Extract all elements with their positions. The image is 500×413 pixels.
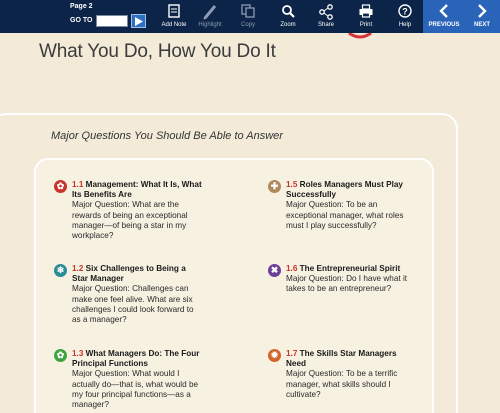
help-icon: ? — [398, 4, 412, 18]
help-label: Help — [398, 22, 412, 28]
snowflake-badge-icon: ❄ — [54, 264, 67, 277]
item-title: The Skills Star Managers Need — [286, 349, 397, 369]
question-item-1-2[interactable]: ❄ 1.2 Six Challenges to Being a Star Man… — [54, 264, 202, 325]
share-label: Share — [317, 22, 334, 28]
question-item-1-6[interactable]: ✖ 1.6 The Entrepreneurial Spirit Major Q… — [268, 264, 416, 295]
item-question: Major Question: To be an exceptional man… — [286, 200, 404, 230]
cross-badge-icon: ✚ — [268, 180, 281, 193]
goto-page-input[interactable] — [96, 15, 128, 27]
chapter-heading: What You Do, How You Do It — [39, 41, 276, 62]
item-question: Major Question: Do I have what it takes … — [286, 274, 408, 294]
zoom-label: Zoom — [280, 22, 296, 28]
questions-box-title: Major Questions You Should Be Able to An… — [51, 130, 283, 142]
sun-badge-icon: ✹ — [268, 349, 281, 362]
goto-label: GO TO — [70, 17, 93, 24]
item-number: 1.1 — [72, 180, 84, 189]
cropped-title-glyph — [348, 33, 372, 39]
item-number: 1.7 — [286, 349, 298, 358]
zoom-button[interactable]: Zoom — [271, 0, 305, 33]
item-number: 1.2 — [72, 264, 84, 273]
copy-button[interactable]: Copy — [231, 0, 265, 33]
item-title: Six Challenges to Being a Star Manager — [72, 264, 186, 284]
question-item-1-7[interactable]: ✹ 1.7 The Skills Star Managers Need Majo… — [268, 349, 416, 400]
copy-icon — [241, 4, 255, 18]
add-note-icon — [168, 4, 180, 18]
item-title: Management: What It Is, What Its Benefit… — [72, 180, 202, 200]
question-item-1-5[interactable]: ✚ 1.5 Roles Managers Must Play Successfu… — [268, 180, 416, 231]
flower-badge-icon: ✿ — [54, 180, 67, 193]
highlight-label: Highlight — [198, 22, 222, 28]
item-title: Roles Managers Must Play Successfully — [286, 180, 403, 200]
item-number: 1.5 — [286, 180, 298, 189]
highlight-button[interactable]: Highlight — [194, 0, 226, 33]
print-icon — [359, 4, 373, 18]
item-number: 1.3 — [72, 349, 84, 358]
highlight-icon — [203, 5, 217, 20]
item-question: Major Question: What would I actually do… — [72, 369, 199, 410]
page-navigator: Page 2 GO TO — [64, 0, 154, 33]
share-icon — [319, 4, 333, 20]
item-title: What Managers Do: The Four Principal Fun… — [72, 349, 200, 369]
item-title: The Entrepreneurial Spirit — [299, 264, 401, 273]
chevron-right-icon — [478, 4, 487, 18]
current-page-label: Page 2 — [70, 3, 93, 10]
item-question: Major Question: What are the rewards of … — [72, 200, 188, 241]
item-question: Major Question: Challenges can make one … — [72, 284, 194, 325]
play-arrow-icon — [135, 17, 143, 26]
item-question: Major Question: To be a terrific manager… — [286, 369, 398, 399]
share-button[interactable]: Share — [309, 0, 343, 33]
reader-toolbar: Page 2 GO TO Add Note Highlight Copy Zoo… — [0, 0, 500, 33]
zoom-icon — [282, 5, 295, 18]
copy-label: Copy — [240, 22, 255, 28]
print-label: Print — [359, 22, 373, 28]
add-note-label: Add Note — [161, 22, 187, 28]
previous-page-button[interactable]: PREVIOUS — [425, 0, 463, 33]
previous-label: PREVIOUS — [428, 22, 460, 28]
question-item-1-1[interactable]: ✿ 1.1 Management: What It Is, What Its B… — [54, 180, 202, 241]
help-button[interactable]: ? Help — [388, 0, 422, 33]
chevron-left-icon — [439, 4, 448, 18]
page-nav-panel: PREVIOUS NEXT — [423, 0, 500, 33]
goto-page-button[interactable] — [131, 14, 146, 28]
next-label: NEXT — [473, 22, 490, 28]
question-item-1-3[interactable]: ✿ 1.3 What Managers Do: The Four Princip… — [54, 349, 202, 410]
add-note-button[interactable]: Add Note — [157, 0, 191, 33]
print-button[interactable]: Print — [349, 0, 383, 33]
item-number: 1.6 — [286, 264, 298, 273]
next-page-button[interactable]: NEXT — [467, 0, 497, 33]
star-badge-icon: ✖ — [268, 264, 281, 277]
flower-badge-icon: ✿ — [54, 349, 67, 362]
svg-text:?: ? — [402, 7, 408, 17]
